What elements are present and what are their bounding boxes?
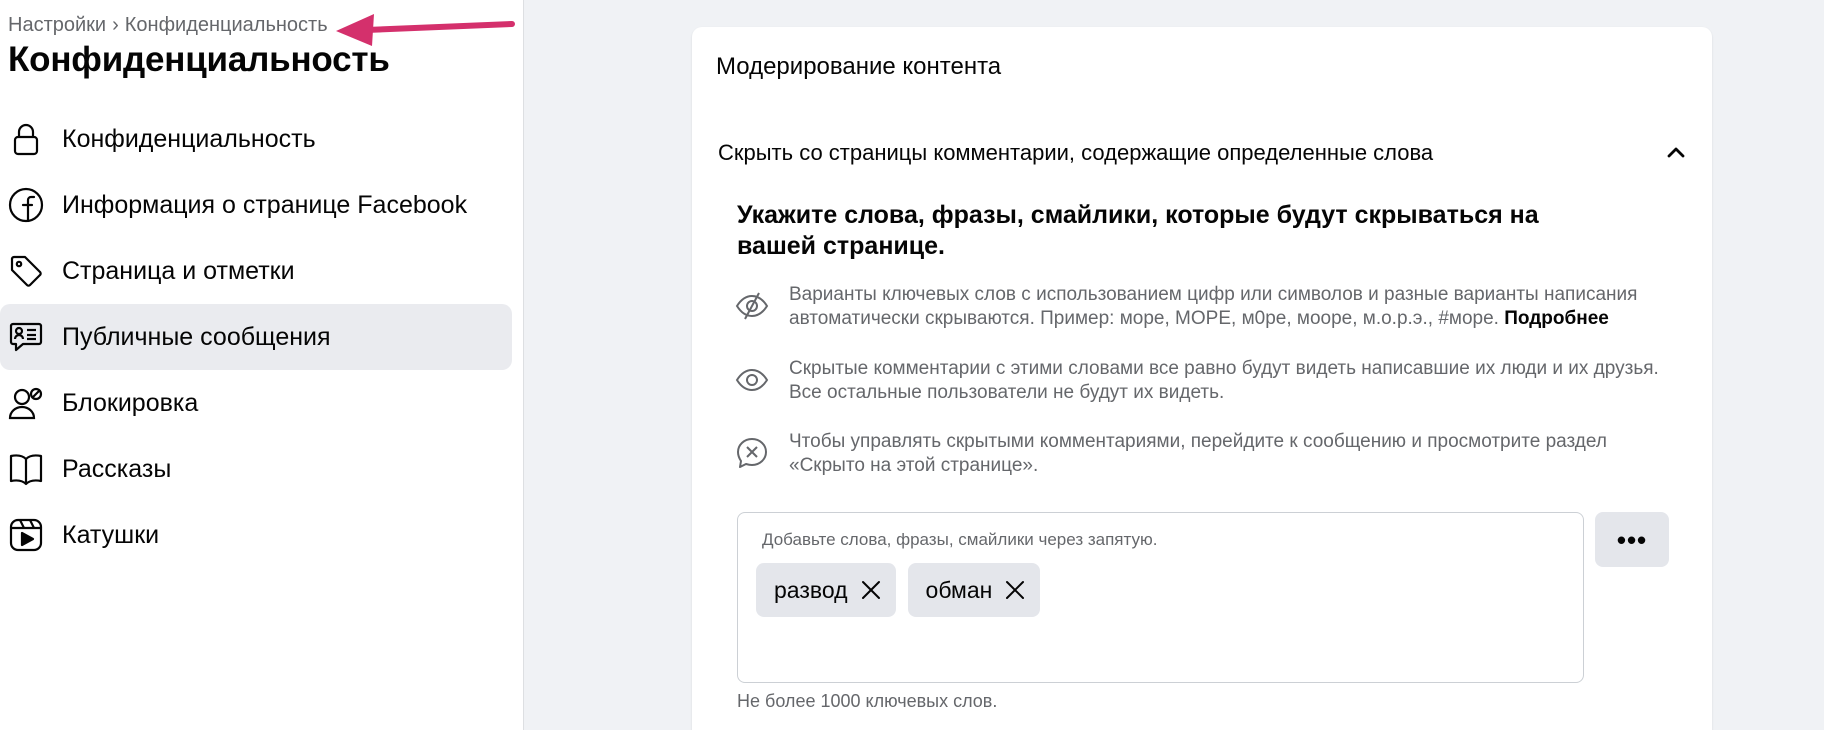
breadcrumb-settings-link[interactable]: Настройки xyxy=(8,14,106,37)
sidebar-item-label: Конфиденциальность xyxy=(62,124,316,153)
settings-sidebar: Настройки › Конфиденциальность Конфиденц… xyxy=(0,0,524,730)
more-dots-icon: ••• xyxy=(1616,524,1648,555)
sidebar-item-facebook-info[interactable]: Информация о странице Facebook xyxy=(0,172,512,238)
sidebar-item-public-posts[interactable]: Публичные сообщения xyxy=(0,304,512,370)
facebook-icon xyxy=(8,187,44,223)
sidebar-item-blocking[interactable]: Блокировка xyxy=(0,370,512,436)
sidebar-nav: Конфиденциальность Информация о странице… xyxy=(0,106,512,568)
sidebar-item-label: Катушки xyxy=(62,520,160,549)
remove-keyword-icon[interactable] xyxy=(860,579,882,601)
keywords-input[interactable]: Добавьте слова, фразы, смайлики через за… xyxy=(737,512,1584,683)
sidebar-item-label: Информация о странице Facebook xyxy=(62,190,468,219)
hide-comments-section-toggle[interactable]: Скрыть со страницы комментарии, содержащ… xyxy=(718,133,1688,173)
sidebar-item-label: Публичные сообщения xyxy=(62,322,331,351)
sidebar-item-privacy[interactable]: Конфиденциальность xyxy=(0,106,512,172)
info-row-manage: Чтобы управлять скрытыми комментариями, … xyxy=(735,430,1685,478)
sidebar-item-label: Блокировка xyxy=(62,388,199,417)
keyword-chip-label: обман xyxy=(925,576,993,603)
learn-more-link[interactable]: Подробнее xyxy=(1504,308,1609,329)
content-moderation-card: Модерирование контента Скрыть со страниц… xyxy=(692,27,1712,730)
keyword-chip: обман xyxy=(907,563,1041,617)
sidebar-item-label: Рассказы xyxy=(62,454,172,483)
chevron-up-icon xyxy=(1667,147,1685,158)
sidebar-item-page-tagging[interactable]: Страница и отметки xyxy=(0,238,512,304)
public-posts-icon xyxy=(8,319,44,355)
comment-x-icon xyxy=(737,438,767,468)
keyword-chip-label: развод xyxy=(774,576,848,603)
sidebar-item-label: Страница и отметки xyxy=(62,256,295,285)
info-text: Варианты ключевых слов с использованием … xyxy=(789,283,1669,331)
info-row-variants: Варианты ключевых слов с использованием … xyxy=(735,283,1685,331)
lock-icon xyxy=(8,121,44,157)
section-lead-text: Укажите слова, фразы, смайлики, которые … xyxy=(737,201,1539,260)
breadcrumb-current: Конфиденциальность xyxy=(124,14,328,36)
breadcrumb-separator: › xyxy=(112,14,119,36)
info-text: Скрытые комментарии с этими словами все … xyxy=(789,358,1659,403)
remove-keyword-icon[interactable] xyxy=(1004,579,1026,601)
more-options-button[interactable]: ••• xyxy=(1595,512,1669,567)
keyword-chips: развод обман xyxy=(756,563,1041,617)
page-title: Конфиденциальность xyxy=(8,40,390,79)
keyword-chip: развод xyxy=(756,563,896,617)
info-row-visibility: Скрытые комментарии с этими словами все … xyxy=(735,357,1685,405)
eye-slash-icon xyxy=(735,292,769,320)
card-title: Модерирование контента xyxy=(716,53,1002,80)
block-user-icon xyxy=(8,385,44,421)
eye-icon xyxy=(735,368,769,392)
reels-icon xyxy=(8,517,44,553)
tag-icon xyxy=(8,253,44,289)
breadcrumb: Настройки › Конфиденциальность xyxy=(8,14,328,37)
sidebar-item-reels[interactable]: Катушки xyxy=(0,502,512,568)
sidebar-item-stories[interactable]: Рассказы xyxy=(0,436,512,502)
keyword-limit-note: Не более 1000 ключевых слов. xyxy=(737,691,998,711)
book-icon xyxy=(8,451,44,487)
keywords-placeholder: Добавьте слова, фразы, смайлики через за… xyxy=(762,530,1158,549)
info-text: Чтобы управлять скрытыми комментариями, … xyxy=(789,431,1607,476)
section-header-label: Скрыть со страницы комментарии, содержащ… xyxy=(718,140,1434,165)
